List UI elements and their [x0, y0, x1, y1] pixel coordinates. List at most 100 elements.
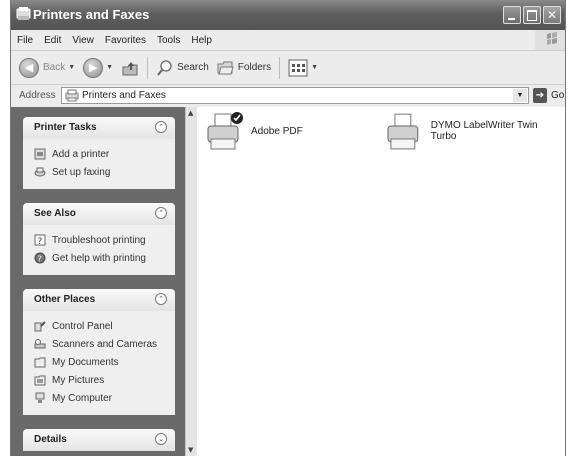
views-icon [288, 59, 308, 76]
add-printer-icon [34, 148, 46, 160]
help-globe-icon: ? [34, 252, 46, 264]
minimize-icon [508, 18, 515, 20]
menu-bar: File Edit View Favorites Tools Help [11, 30, 565, 51]
minimize-button[interactable] [503, 6, 521, 24]
search-icon [157, 59, 172, 76]
views-dropdown-icon[interactable]: ▼ [311, 64, 318, 71]
printer-tasks-header[interactable]: Printer Tasks ⌃ [23, 117, 175, 139]
expand-chevron-icon[interactable]: ⌄ [155, 433, 167, 445]
title-bar[interactable]: Printers and Faxes ✕ [11, 0, 565, 30]
back-button[interactable]: ◀ Back ▼ [19, 57, 75, 78]
svg-text:?: ? [38, 255, 42, 264]
my-pictures-label: My Pictures [52, 374, 105, 386]
my-computer-icon [35, 392, 45, 403]
scanner-icon [34, 339, 46, 349]
details-title: Details [34, 434, 67, 445]
folders-button[interactable]: Folders [217, 60, 271, 76]
set-up-faxing-label: Set up faxing [52, 166, 111, 178]
other-places-panel: Other Places ⌃ Control Panel Scanners an… [23, 289, 175, 415]
other-places-title: Other Places [34, 294, 96, 305]
printers-list-view: Adobe PDF DYMO LabelWriter Twin Turbo [197, 107, 565, 456]
details-header[interactable]: Details ⌄ [23, 429, 175, 451]
up-folder-button[interactable] [121, 59, 139, 77]
menu-view[interactable]: View [72, 35, 94, 46]
troubleshoot-printing-link[interactable]: ? Troubleshoot printing [23, 231, 175, 249]
scroll-up-icon[interactable]: ▲ [188, 109, 193, 117]
folders-label: Folders [237, 62, 272, 73]
go-arrow-icon[interactable]: ➔ [533, 88, 547, 103]
see-also-title: See Also [34, 208, 76, 219]
printer-name: DYMO LabelWriter Twin Turbo [430, 120, 538, 142]
maximize-button[interactable] [523, 6, 541, 24]
fax-icon [34, 167, 46, 177]
printer-item[interactable]: Adobe PDF [205, 111, 303, 155]
scanners-cameras-label: Scanners and Cameras [52, 338, 158, 350]
printer-icon [207, 112, 243, 150]
help-question-icon: ? [34, 234, 46, 246]
back-arrow-icon: ◀ [19, 57, 39, 78]
address-label: Address [19, 90, 56, 101]
back-dropdown-icon[interactable]: ▼ [68, 64, 75, 71]
menu-help[interactable]: Help [191, 35, 212, 46]
get-help-printing-label: Get help with printing [52, 252, 146, 264]
toolbar-separator [279, 56, 281, 79]
my-pictures-link[interactable]: My Pictures [23, 371, 175, 389]
address-dropdown-icon[interactable]: ▼ [513, 89, 527, 102]
control-panel-link[interactable]: Control Panel [23, 317, 175, 335]
menu-favorites[interactable]: Favorites [105, 35, 146, 46]
my-documents-icon [34, 357, 46, 368]
see-also-header[interactable]: See Also ⌃ [23, 203, 175, 225]
printer-item[interactable]: DYMO LabelWriter Twin Turbo [385, 111, 565, 155]
collapse-chevron-icon[interactable]: ⌃ [155, 121, 167, 133]
printer-name: Adobe PDF [251, 125, 303, 137]
add-printer-label: Add a printer [52, 148, 110, 160]
my-documents-link[interactable]: My Documents [23, 353, 175, 371]
get-help-printing-link[interactable]: ? Get help with printing [23, 249, 175, 267]
address-field[interactable]: Printers and Faxes ▼ [61, 87, 529, 104]
menu-tools[interactable]: Tools [157, 35, 180, 46]
svg-text:?: ? [38, 237, 43, 246]
window-title: Printers and Faxes [33, 7, 150, 22]
printers-folder-icon [65, 89, 79, 102]
close-button[interactable]: ✕ [543, 6, 561, 24]
windows-flag-icon [535, 30, 565, 50]
maximize-icon [527, 10, 537, 21]
printers-folder-icon [16, 7, 31, 20]
printer-tasks-title: Printer Tasks [34, 122, 97, 133]
back-label: Back [43, 62, 66, 73]
address-bar: Address Printers and Faxes ▼ ➔ Go [11, 85, 565, 108]
address-value: Printers and Faxes [82, 90, 166, 101]
views-button[interactable]: ▼ [288, 59, 318, 77]
toolbar-separator [147, 56, 149, 79]
collapse-chevron-icon[interactable]: ⌃ [155, 207, 167, 219]
details-panel: Details ⌄ [23, 429, 175, 451]
my-computer-link[interactable]: My Computer [23, 389, 175, 407]
my-documents-label: My Documents [52, 356, 119, 368]
go-button[interactable]: Go [551, 90, 564, 101]
printer-tasks-panel: Printer Tasks ⌃ Add a printer Set up fax… [23, 117, 175, 189]
search-label: Search [177, 62, 209, 73]
control-panel-icon [34, 321, 46, 332]
collapse-chevron-icon[interactable]: ⌃ [155, 293, 167, 305]
other-places-header[interactable]: Other Places ⌃ [23, 289, 175, 311]
search-button[interactable]: Search [156, 59, 209, 77]
scanners-cameras-link[interactable]: Scanners and Cameras [23, 335, 175, 353]
up-folder-icon [122, 61, 138, 75]
set-up-faxing-link[interactable]: Set up faxing [23, 163, 175, 181]
forward-dropdown-icon[interactable]: ▼ [106, 64, 113, 71]
forward-arrow-icon: ▶ [83, 57, 104, 78]
folders-icon [217, 61, 234, 74]
my-pictures-icon [34, 375, 46, 386]
control-panel-label: Control Panel [52, 320, 113, 332]
menu-file[interactable]: File [17, 35, 33, 46]
troubleshoot-printing-label: Troubleshoot printing [52, 234, 146, 246]
add-printer-link[interactable]: Add a printer [23, 145, 175, 163]
explorer-window: Printers and Faxes ✕ File Edit View Favo… [10, 0, 566, 456]
forward-button[interactable]: ▶ ▼ [83, 57, 113, 78]
printer-icon [387, 113, 419, 150]
menu-edit[interactable]: Edit [44, 35, 61, 46]
see-also-panel: See Also ⌃ ? Troubleshoot printing ? Get… [23, 203, 175, 275]
task-pane: Printer Tasks ⌃ Add a printer Set up fax… [11, 107, 185, 456]
standard-toolbar: ◀ Back ▼ ▶ ▼ Search Folders ▼ [11, 51, 565, 85]
scroll-down-icon[interactable]: ▼ [188, 446, 193, 454]
